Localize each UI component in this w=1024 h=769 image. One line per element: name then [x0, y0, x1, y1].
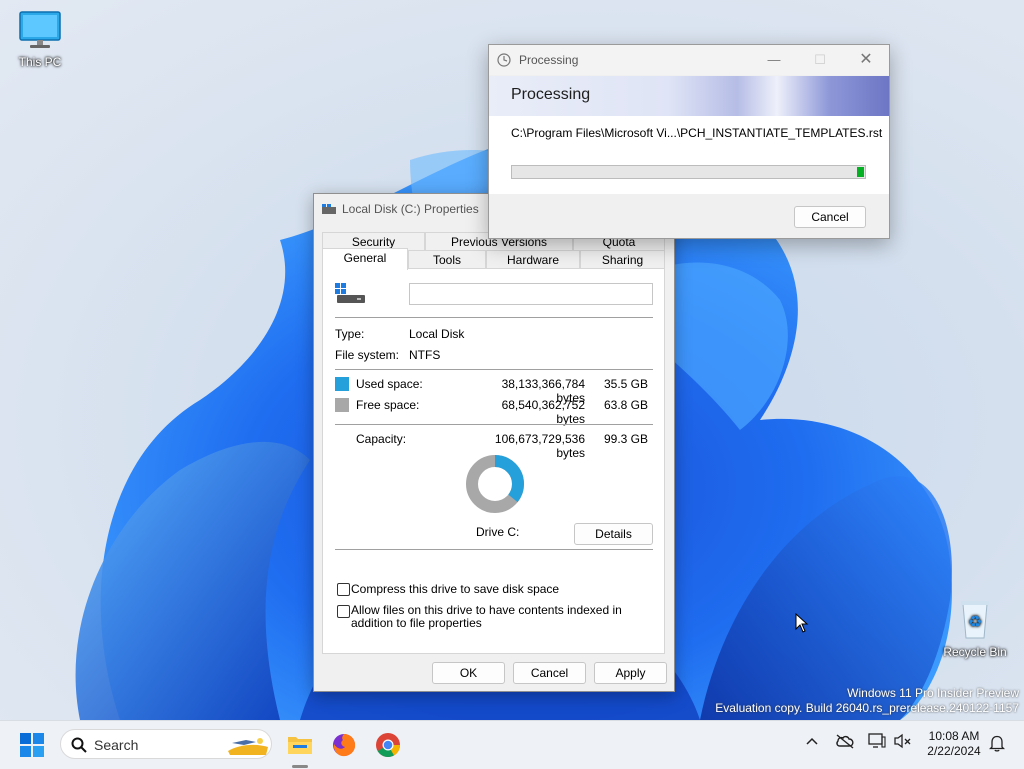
- minimize-button[interactable]: —: [751, 45, 797, 75]
- clock-time: 10:08 AM: [928, 729, 980, 743]
- local-disk-icon: [335, 283, 365, 303]
- desktop-icon-recycle-bin[interactable]: ♻ Recycle Bin: [935, 598, 1015, 659]
- clock-icon: [497, 53, 511, 67]
- drive-name-field[interactable]: [409, 283, 653, 305]
- search-icon: [71, 737, 87, 753]
- volume-button[interactable]: [894, 733, 912, 752]
- close-button[interactable]: ✕: [843, 45, 889, 75]
- cloud-offline-icon: [836, 734, 854, 749]
- ok-button[interactable]: OK: [432, 662, 505, 684]
- tab-general[interactable]: General: [322, 248, 408, 270]
- capacity-label: Capacity:: [356, 432, 407, 446]
- onedrive-button[interactable]: [835, 733, 855, 752]
- used-space-swatch: [335, 377, 349, 391]
- bell-icon: [988, 735, 1006, 752]
- properties-title: Local Disk (C:) Properties: [342, 202, 479, 216]
- file-system-label: File system:: [335, 348, 400, 362]
- monitor-icon: [19, 11, 61, 48]
- type-value: Local Disk: [409, 327, 465, 341]
- index-checkbox[interactable]: [337, 605, 350, 618]
- search-highlight-icon: [228, 738, 268, 755]
- separator: [335, 424, 653, 425]
- file-system-value: NTFS: [409, 348, 441, 362]
- separator: [335, 369, 653, 370]
- tab-tools[interactable]: Tools: [408, 250, 486, 268]
- recycle-bin-icon: ♻: [961, 601, 989, 639]
- type-label: Type:: [335, 327, 365, 341]
- mouse-cursor-icon: [795, 613, 809, 633]
- apply-button[interactable]: Apply: [594, 662, 667, 684]
- separator: [335, 317, 653, 318]
- notifications-button[interactable]: [988, 734, 1006, 755]
- watermark-line-2: Evaluation copy. Build 26040.rs_prerelea…: [715, 701, 1019, 715]
- chevron-up-icon: [806, 737, 818, 745]
- tab-hardware[interactable]: Hardware: [486, 250, 580, 268]
- free-space-label: Free space:: [356, 398, 420, 412]
- start-button[interactable]: [16, 729, 48, 761]
- progress-bar: [511, 165, 866, 179]
- processing-cancel-button[interactable]: Cancel: [794, 206, 866, 228]
- taskbar: Search 10:08 AM 2/22/2024: [0, 720, 1024, 769]
- used-space-size: 35.5 GB: [603, 377, 648, 391]
- processing-banner: Processing: [489, 76, 889, 116]
- firefox-button[interactable]: [328, 729, 360, 761]
- processing-window[interactable]: Processing — ☐ ✕ Processing C:\Program F…: [488, 44, 890, 239]
- drive-label: Drive C:: [476, 525, 520, 539]
- separator: [335, 549, 653, 550]
- index-label: Allow files on this drive to have conten…: [351, 603, 622, 630]
- drive-icon: [322, 204, 336, 214]
- used-space-label: Used space:: [356, 377, 423, 391]
- search-placeholder: Search: [94, 737, 139, 753]
- folder-icon: [288, 737, 312, 754]
- file-explorer-button[interactable]: [284, 729, 316, 761]
- speaker-muted-icon: [894, 733, 911, 749]
- watermark-line-1: Windows 11 Pro Insider Preview: [847, 686, 1019, 700]
- processing-body: C:\Program Files\Microsoft Vi...\PCH_INS…: [489, 116, 889, 194]
- free-space-bytes: 68,540,362,752 bytes: [501, 398, 585, 426]
- desktop-icon-this-pc[interactable]: This PC: [0, 10, 80, 69]
- processing-heading: Processing: [511, 86, 591, 103]
- drive-properties-dialog[interactable]: Local Disk (C:) Properties Security Prev…: [313, 193, 675, 692]
- svg-text:♻: ♻: [968, 612, 982, 631]
- clock-date: 2/22/2024: [927, 744, 981, 758]
- system-clock[interactable]: 10:08 AM 2/22/2024: [924, 729, 984, 759]
- compress-label: Compress this drive to save disk space: [351, 582, 560, 596]
- windows-logo-icon: [20, 733, 44, 757]
- compress-checkbox[interactable]: [337, 583, 350, 596]
- firefox-icon: [333, 734, 356, 757]
- network-button[interactable]: [868, 733, 886, 752]
- taskbar-search-box[interactable]: Search: [60, 729, 272, 759]
- chrome-button[interactable]: [372, 729, 404, 761]
- monitor-network-icon: [868, 733, 886, 748]
- general-tab-panel: Type: Local Disk File system: NTFS Used …: [322, 268, 665, 654]
- tab-sharing[interactable]: Sharing: [580, 250, 665, 268]
- desktop-icon-label: Recycle Bin: [943, 645, 1007, 659]
- desktop-icon-label: This PC: [18, 55, 62, 69]
- cancel-button[interactable]: Cancel: [513, 662, 586, 684]
- processing-title: Processing: [519, 53, 579, 67]
- free-space-swatch: [335, 398, 349, 412]
- free-space-size: 63.8 GB: [603, 398, 648, 412]
- chrome-icon: [376, 733, 400, 758]
- progress-fill: [856, 167, 864, 177]
- capacity-size: 99.3 GB: [603, 432, 648, 446]
- maximize-button[interactable]: ☐: [797, 45, 843, 75]
- current-file-path: C:\Program Files\Microsoft Vi...\PCH_INS…: [511, 126, 883, 140]
- details-button[interactable]: Details: [574, 523, 653, 545]
- show-hidden-icons-button[interactable]: [806, 735, 818, 749]
- disk-usage-donut: [466, 455, 524, 513]
